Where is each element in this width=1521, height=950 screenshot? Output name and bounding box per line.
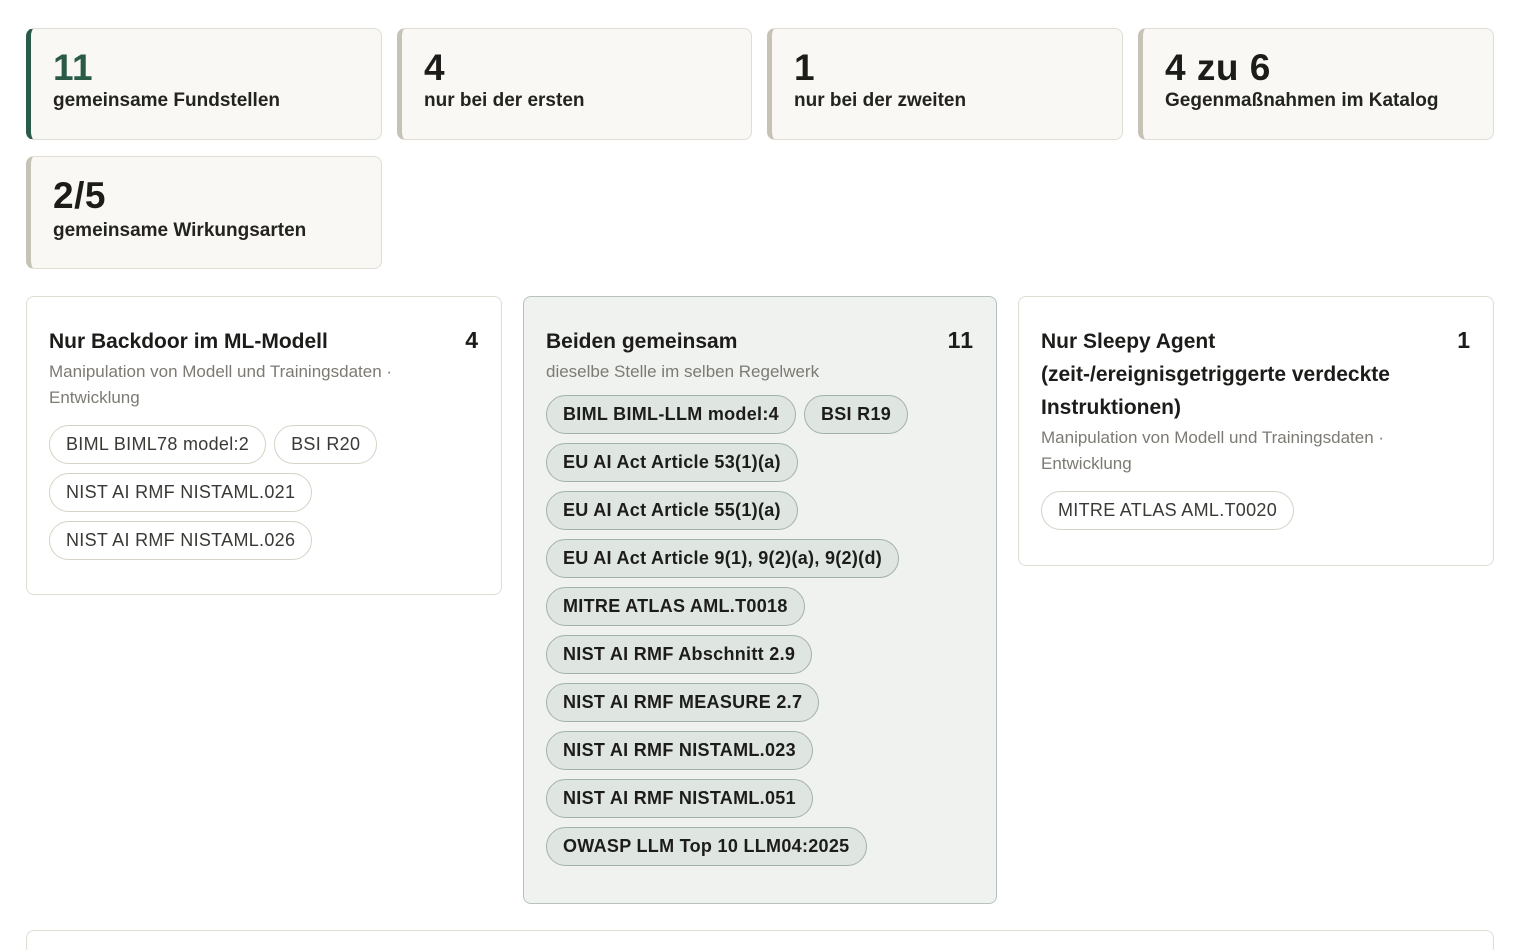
- reference-chip[interactable]: NIST AI RMF NISTAML.026: [49, 521, 313, 560]
- reference-chip[interactable]: BSI R20: [274, 425, 378, 464]
- stat-value: 2/5: [53, 175, 106, 216]
- reference-chip[interactable]: BIML BIML78 model:2: [49, 425, 267, 464]
- reference-chip[interactable]: MITRE ATLAS AML.T0018: [546, 587, 805, 626]
- stat-label: nur bei der zweiten: [794, 90, 967, 111]
- reference-chip[interactable]: EU AI Act Article 9(1), 9(2)(a), 9(2)(d): [546, 539, 900, 578]
- stat-value: 4: [424, 47, 446, 88]
- stat-card-only-first: 4 nur bei der ersten: [397, 28, 752, 140]
- stat-value: 4 zu 6: [1165, 47, 1271, 88]
- panel-subtitle: Manipulation von Modell und Trainingsdat…: [49, 362, 393, 407]
- panel-title: Nur Backdoor im ML-Modell: [49, 330, 328, 353]
- reference-chip[interactable]: NIST AI RMF Abschnitt 2.9: [546, 635, 813, 674]
- reference-chip[interactable]: NIST AI RMF NISTAML.021: [49, 473, 313, 512]
- stat-card-shared: 11 gemeinsame Fundstellen: [26, 28, 382, 140]
- panel-title: Nur Sleepy Agent (zeit-/ereignisgetrigge…: [1041, 330, 1390, 419]
- panel-header: Beiden gemeinsam 11: [546, 325, 974, 358]
- panel-header: Nur Sleepy Agent (zeit-/ereignisgetrigge…: [1041, 325, 1471, 424]
- reference-chip[interactable]: EU AI Act Article 53(1)(a): [546, 443, 798, 482]
- reference-chip[interactable]: MITRE ATLAS AML.T0020: [1041, 491, 1295, 530]
- panel-count: 4: [465, 327, 479, 353]
- stat-label: nur bei der ersten: [424, 90, 585, 111]
- chip-list: BIML BIML78 model:2 BSI R20 NIST AI RMF …: [49, 425, 389, 569]
- stat-label: gemeinsame Fundstellen: [53, 90, 281, 111]
- shared-panel: Beiden gemeinsam 11 dieselbe Stelle im s…: [523, 296, 997, 904]
- panel-count: 1: [1457, 327, 1471, 353]
- comparison-page: 11 gemeinsame Fundstellen 4 nur bei der …: [0, 0, 1521, 950]
- stat-card-only-second: 1 nur bei der zweiten: [767, 28, 1123, 140]
- reference-chip[interactable]: BIML BIML-LLM model:4: [546, 395, 796, 434]
- stat-card-countermeasures: 4 zu 6 Gegenmaßnahmen im Katalog: [1138, 28, 1494, 140]
- stat-label: gemeinsame Wirkungsarten: [53, 220, 307, 241]
- stat-label: Gegenmaßnahmen im Katalog: [1165, 90, 1439, 111]
- panel-count: 11: [947, 327, 974, 353]
- panel-subtitle: dieselbe Stelle im selben Regelwerk: [546, 362, 820, 381]
- reference-chip[interactable]: OWASP LLM Top 10 LLM04:2025: [546, 827, 867, 866]
- panel-subtitle: Manipulation von Modell und Trainingsdat…: [1041, 428, 1385, 473]
- stat-value: 1: [794, 47, 816, 88]
- panel-title: Beiden gemeinsam: [546, 330, 738, 353]
- chip-list: BIML BIML-LLM model:4 BSI R19 EU AI Act …: [546, 395, 926, 875]
- only-first-panel: Nur Backdoor im ML-Modell 4 Manipulation…: [26, 296, 502, 595]
- next-section-card: [26, 930, 1494, 950]
- reference-chip[interactable]: NIST AI RMF MEASURE 2.7: [546, 683, 820, 722]
- chip-list: MITRE ATLAS AML.T0020: [1041, 491, 1471, 539]
- reference-chip[interactable]: NIST AI RMF NISTAML.051: [546, 779, 813, 818]
- stat-card-impact-types: 2/5 gemeinsame Wirkungsarten: [26, 156, 382, 269]
- only-second-panel: Nur Sleepy Agent (zeit-/ereignisgetrigge…: [1018, 296, 1494, 566]
- reference-chip[interactable]: NIST AI RMF NISTAML.023: [546, 731, 813, 770]
- stat-value: 11: [53, 47, 94, 88]
- reference-chip[interactable]: EU AI Act Article 55(1)(a): [546, 491, 798, 530]
- reference-chip[interactable]: BSI R19: [803, 395, 909, 434]
- panel-header: Nur Backdoor im ML-Modell 4: [49, 325, 479, 358]
